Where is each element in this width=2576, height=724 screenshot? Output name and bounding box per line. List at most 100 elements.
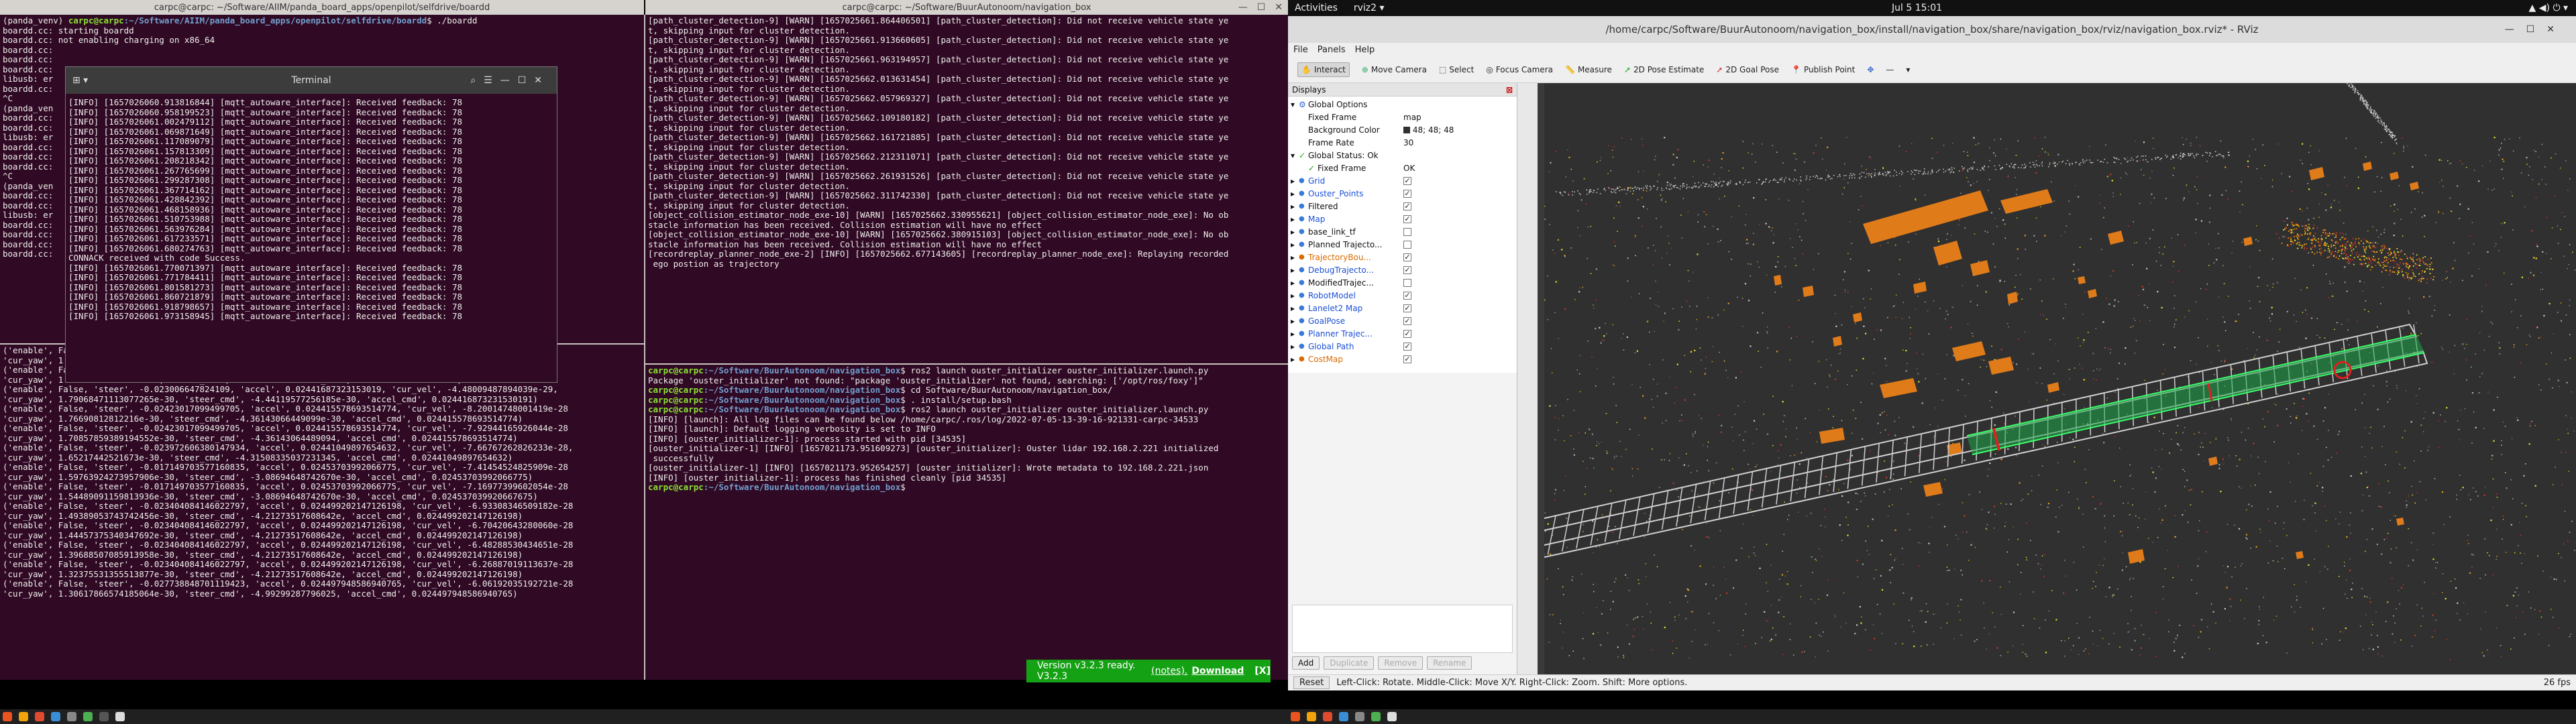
- pane-divider[interactable]: [645, 363, 1288, 365]
- fixed-frame-status-row[interactable]: ✓ Fixed Frame OK: [1288, 162, 1517, 174]
- frame-rate-row[interactable]: Frame Rate 30: [1288, 136, 1517, 149]
- add-button[interactable]: Add: [1292, 656, 1320, 670]
- display-enable-checkbox[interactable]: ✓: [1403, 291, 1411, 300]
- panel-splitter[interactable]: [1517, 83, 1538, 674]
- displays-tree[interactable]: ▾ ⚙ Global Options Fixed Frame map Backgrou…: [1288, 97, 1517, 373]
- toast-close-button[interactable]: [X]: [1254, 666, 1271, 676]
- expand-icon[interactable]: ▸: [1291, 265, 1295, 275]
- app-icon[interactable]: [99, 712, 109, 721]
- remove-tool-icon[interactable]: —: [1886, 65, 1894, 74]
- system-status-icons[interactable]: ▲ ◀) ⏻ ▾: [2529, 3, 2568, 13]
- floating-terminal-window[interactable]: ⊞ ▾ Terminal ⌕☰—☐✕ [INFO] [1657026060.91…: [66, 67, 557, 382]
- left-terminal-titlebar[interactable]: carpc@carpc: ~/Software/AIIM/panda_board…: [0, 0, 644, 15]
- expand-icon[interactable]: ▸: [1291, 227, 1295, 237]
- app-menu[interactable]: rviz2 ▾: [1354, 3, 1385, 13]
- display-enable-checkbox[interactable]: [1403, 278, 1411, 287]
- display-item[interactable]: ▸ ● Map ✓: [1288, 213, 1517, 225]
- vscode-update-toast[interactable]: Version v3.2.3 ready. V3.2.3 (notes). Do…: [1026, 660, 1271, 682]
- expand-icon[interactable]: ▸: [1291, 176, 1295, 186]
- display-item[interactable]: ▸ ● Ouster_Points ✓: [1288, 187, 1517, 200]
- duplicate-button[interactable]: Duplicate: [1324, 656, 1375, 670]
- tool-2d-pose-estimate[interactable]: ➚ 2D Pose Estimate: [1624, 65, 1704, 74]
- vscode-icon[interactable]: [51, 712, 60, 721]
- ubuntu-icon[interactable]: [1291, 712, 1300, 721]
- display-enable-checkbox[interactable]: [1403, 240, 1411, 249]
- terminal-pane-bottom-left[interactable]: ('enable', False, 'steer', -0.0230066478…: [0, 345, 644, 680]
- chrome-icon[interactable]: [83, 712, 93, 721]
- menu-file[interactable]: File: [1293, 45, 1308, 55]
- ubuntu-icon[interactable]: [3, 712, 12, 721]
- rviz-window-titlebar[interactable]: /home/carpc/Software/BuurAutonoom/naviga…: [1288, 16, 2576, 43]
- menu-panels[interactable]: Panels: [1318, 45, 1346, 55]
- maximize-icon[interactable]: ☐: [1257, 2, 1266, 13]
- firefox-icon[interactable]: [35, 712, 44, 721]
- pane-divider[interactable]: [644, 15, 645, 680]
- tool-move-camera[interactable]: ⊕ Move Camera: [1362, 65, 1427, 74]
- display-enable-checkbox[interactable]: ✓: [1403, 202, 1411, 210]
- tool-interact[interactable]: ✋ Interact: [1297, 62, 1350, 77]
- property-value[interactable]: 30: [1403, 138, 1413, 147]
- tool-2d-goal-pose[interactable]: ➚ 2D Goal Pose: [1716, 65, 1779, 74]
- expand-icon[interactable]: ▸: [1291, 329, 1295, 339]
- expand-icon[interactable]: ▸: [1291, 189, 1295, 198]
- expand-icon[interactable]: ▸: [1291, 291, 1295, 300]
- display-enable-checkbox[interactable]: ✓: [1403, 265, 1411, 274]
- expand-icon[interactable]: ▸: [1291, 278, 1295, 288]
- display-enable-checkbox[interactable]: ✓: [1403, 355, 1411, 363]
- tool-publish-point[interactable]: 📍 Publish Point: [1791, 65, 1855, 74]
- display-item[interactable]: ▸ ● GoalPose ✓: [1288, 314, 1517, 327]
- display-enable-checkbox[interactable]: ✓: [1403, 189, 1411, 198]
- expand-icon[interactable]: ▸: [1291, 342, 1295, 351]
- display-enable-checkbox[interactable]: [1403, 227, 1411, 236]
- display-item[interactable]: ▸ ● TrajectoryBou... ✓: [1288, 251, 1517, 263]
- display-enable-checkbox[interactable]: ✓: [1403, 316, 1411, 325]
- rviz-icon[interactable]: [1387, 712, 1397, 721]
- firefox-icon[interactable]: [1323, 712, 1332, 721]
- display-item[interactable]: ▸ ● Global Path ✓: [1288, 340, 1517, 353]
- display-enable-checkbox[interactable]: ✓: [1403, 215, 1411, 223]
- display-enable-checkbox[interactable]: ✓: [1403, 304, 1411, 312]
- expand-icon[interactable]: ▸: [1291, 240, 1295, 249]
- display-item[interactable]: ▸ ● Lanelet2 Map ✓: [1288, 302, 1517, 314]
- expand-icon[interactable]: ▸: [1291, 202, 1295, 211]
- files-icon[interactable]: [19, 712, 28, 721]
- expand-icon[interactable]: ▾: [1291, 100, 1295, 109]
- expand-icon[interactable]: ▾: [1291, 151, 1295, 160]
- rviz-3d-viewport[interactable]: [1538, 83, 2576, 674]
- display-item[interactable]: ▸ ● Planner Trajec... ✓: [1288, 327, 1517, 340]
- mid-terminal-titlebar[interactable]: carpc@carpc: ~/Software/BuurAutonoom/nav…: [645, 0, 1288, 15]
- terminal-pane-top-right[interactable]: [path_cluster_detection-9] [WARN] [16570…: [645, 15, 1288, 363]
- files-icon[interactable]: [1307, 712, 1316, 721]
- menu-help[interactable]: Help: [1355, 45, 1375, 55]
- expand-icon[interactable]: ▸: [1291, 316, 1295, 326]
- terminal-pane-bottom-right[interactable]: carpc@carpc:~/Software/BuurAutonoom/navi…: [645, 365, 1288, 680]
- move-tool-icon[interactable]: ✥: [1867, 65, 1874, 74]
- display-item[interactable]: ▸ ● Filtered ✓: [1288, 200, 1517, 213]
- chrome-icon[interactable]: [1371, 712, 1381, 721]
- expand-icon[interactable]: ▸: [1291, 215, 1295, 224]
- toast-notes-link[interactable]: (notes).: [1151, 666, 1187, 676]
- display-enable-checkbox[interactable]: ✓: [1403, 342, 1411, 351]
- display-item[interactable]: ▸ ● DebugTrajecto... ✓: [1288, 263, 1517, 276]
- terminal-icon[interactable]: [67, 712, 76, 721]
- window-controls[interactable]: ⌕☰—☐✕: [470, 75, 550, 86]
- display-enable-checkbox[interactable]: ✓: [1403, 176, 1411, 185]
- tool-select[interactable]: ⬚ Select: [1439, 65, 1474, 74]
- floating-terminal-header[interactable]: ⊞ ▾ Terminal ⌕☰—☐✕: [66, 67, 557, 94]
- close-icon[interactable]: ✕: [1275, 2, 1283, 13]
- display-item[interactable]: ▸ ● RobotModel ✓: [1288, 289, 1517, 302]
- fixed-frame-row[interactable]: Fixed Frame map: [1288, 111, 1517, 123]
- window-controls[interactable]: —☐✕: [2505, 24, 2567, 35]
- add-tool-icon[interactable]: ▾: [1906, 65, 1910, 74]
- reset-button[interactable]: Reset: [1293, 676, 1330, 689]
- display-enable-checkbox[interactable]: ✓: [1403, 253, 1411, 261]
- activities-button[interactable]: Activities: [1295, 3, 1338, 13]
- display-enable-checkbox[interactable]: ✓: [1403, 329, 1411, 338]
- vscode-icon[interactable]: [1339, 712, 1348, 721]
- property-value[interactable]: map: [1403, 113, 1421, 122]
- global-status-row[interactable]: ▾ ✓ Global Status: Ok: [1288, 149, 1517, 162]
- expand-icon[interactable]: ▸: [1291, 355, 1295, 364]
- property-value[interactable]: 48; 48; 48: [1403, 125, 1454, 135]
- app-icon[interactable]: [115, 712, 125, 721]
- tool-measure[interactable]: 📏 Measure: [1565, 65, 1612, 74]
